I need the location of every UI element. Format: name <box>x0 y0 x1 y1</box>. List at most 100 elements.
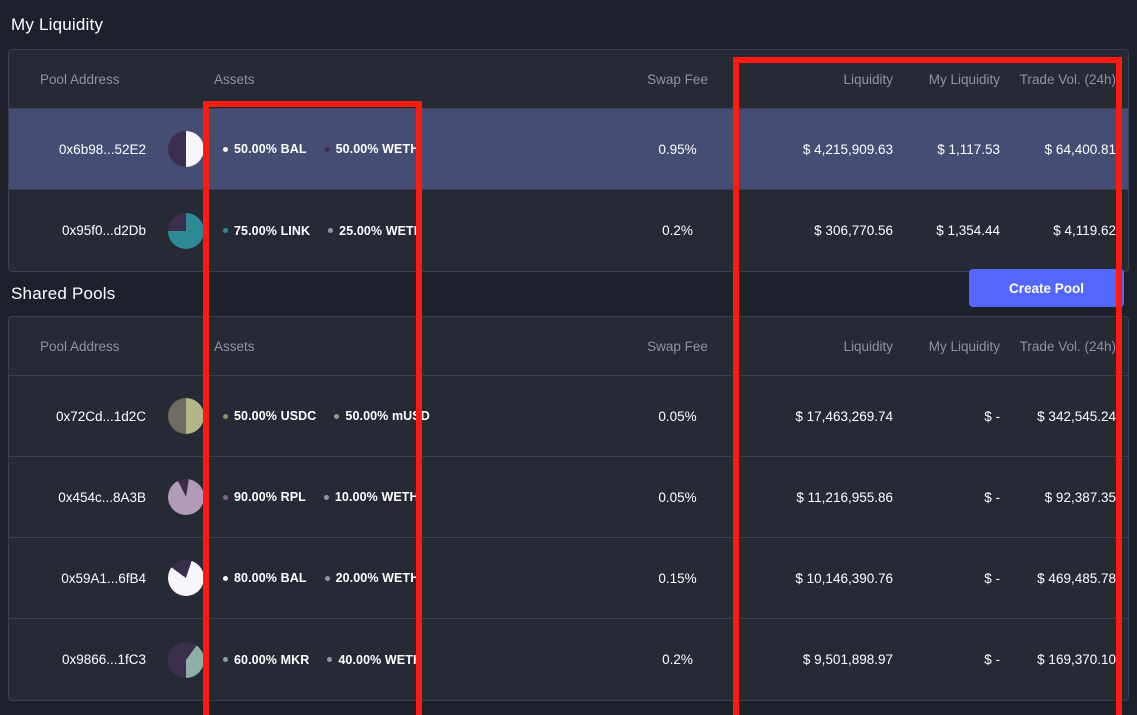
table-header-row: Pool Address Assets Swap Fee Liquidity M… <box>9 317 1128 376</box>
shared-pools-rows: 0x72Cd...1d2C 50.00% USDC 50.00% mUSD 0.05%… <box>9 376 1128 700</box>
asset-weight-pie-icon <box>168 131 204 167</box>
asset-list: 75.00% LINK 25.00% WETH <box>223 224 600 238</box>
table-row[interactable]: 0x454c...8A3B90.00% RPL10.00% WETH0.05%$… <box>9 457 1128 538</box>
pool-pie-cell <box>157 213 214 249</box>
asset-item: 75.00% LINK <box>223 224 310 238</box>
pool-pie-cell <box>157 560 214 596</box>
column-header-swap-fee: Swap Fee <box>600 72 755 87</box>
my-liquidity-cell: $ - <box>903 490 1010 505</box>
asset-color-dot-icon <box>223 414 228 419</box>
pool-address-cell: 0x454c...8A3B <box>9 490 157 505</box>
asset-weight-label: 50.00% WETH <box>336 142 420 156</box>
assets-cell: 50.00% BAL 50.00% WETH <box>214 142 600 156</box>
table-header-row: Pool Address Assets Swap Fee Liquidity M… <box>9 50 1128 109</box>
asset-color-dot-icon <box>334 414 339 419</box>
liquidity-cell: $ 4,215,909.63 <box>755 142 903 157</box>
asset-weight-pie-icon <box>168 479 204 515</box>
asset-color-dot-icon <box>324 495 329 500</box>
asset-list: 60.00% MKR 40.00% WETH <box>223 653 600 667</box>
asset-item: 80.00% BAL <box>223 571 307 585</box>
swap-fee-cell: 0.2% <box>600 652 755 667</box>
pool-pie-cell <box>157 398 214 434</box>
table-row[interactable]: 0x9866...1fC360.00% MKR40.00% WETH0.2%$ … <box>9 619 1128 700</box>
create-pool-button[interactable]: Create Pool <box>969 269 1124 307</box>
my-liquidity-cell: $ 1,117.53 <box>903 142 1010 157</box>
assets-cell: 75.00% LINK 25.00% WETH <box>214 224 600 238</box>
my-liquidity-cell: $ - <box>903 409 1010 424</box>
swap-fee-cell: 0.05% <box>600 490 755 505</box>
asset-item: 60.00% MKR <box>223 653 309 667</box>
pool-pie-cell <box>157 479 214 515</box>
asset-item: 50.00% BAL <box>223 142 307 156</box>
liquidity-cell: $ 10,146,390.76 <box>755 571 903 586</box>
liquidity-cell: $ 306,770.56 <box>755 223 903 238</box>
asset-color-dot-icon <box>328 228 333 233</box>
asset-weight-label: 50.00% USDC <box>234 409 316 423</box>
pool-pie-cell <box>157 642 214 678</box>
asset-color-dot-icon <box>223 576 228 581</box>
pool-pie-cell <box>157 131 214 167</box>
my-liquidity-cell: $ 1,354.44 <box>903 223 1010 238</box>
asset-item: 40.00% WETH <box>327 653 422 667</box>
trade-volume-cell: $ 469,485.78 <box>1010 571 1128 586</box>
trade-volume-cell: $ 92,387.35 <box>1010 490 1128 505</box>
column-header-liquidity: Liquidity <box>755 72 903 87</box>
asset-list: 50.00% USDC 50.00% mUSD <box>223 409 600 423</box>
asset-list: 80.00% BAL 20.00% WETH <box>223 571 600 585</box>
asset-item: 50.00% mUSD <box>334 409 429 423</box>
asset-color-dot-icon <box>327 657 332 662</box>
trade-volume-cell: $ 4,119.62 <box>1010 223 1128 238</box>
liquidity-cell: $ 17,463,269.74 <box>755 409 903 424</box>
column-header-trade-volume: Trade Vol. (24h) <box>1010 339 1128 354</box>
asset-weight-label: 10.00% WETH <box>335 490 419 504</box>
asset-color-dot-icon <box>325 147 330 152</box>
table-row[interactable]: 0x95f0...d2Db75.00% LINK25.00% WETH0.2%$… <box>9 190 1128 271</box>
asset-item: 20.00% WETH <box>325 571 420 585</box>
asset-color-dot-icon <box>223 228 228 233</box>
asset-color-dot-icon <box>223 657 228 662</box>
assets-cell: 60.00% MKR 40.00% WETH <box>214 653 600 667</box>
asset-weight-label: 40.00% WETH <box>338 653 422 667</box>
table-row[interactable]: 0x72Cd...1d2C 50.00% USDC 50.00% mUSD 0.05%… <box>9 376 1128 457</box>
swap-fee-cell: 0.2% <box>600 223 755 238</box>
asset-color-dot-icon <box>223 147 228 152</box>
assets-cell: 80.00% BAL 20.00% WETH <box>214 571 600 585</box>
table-row[interactable]: 0x59A1...6fB480.00% BAL20.00% WETH0.15%$… <box>9 538 1128 619</box>
shared-pools-title: Shared Pools <box>8 272 1129 316</box>
column-header-pool-address: Pool Address <box>9 339 157 354</box>
my-liquidity-rows: 0x6b98...52E250.00% BAL50.00% WETH0.95%$… <box>9 109 1128 271</box>
asset-list: 90.00% RPL 10.00% WETH <box>223 490 600 504</box>
trade-volume-cell: $ 342,545.24 <box>1010 409 1128 424</box>
my-liquidity-cell: $ - <box>903 652 1010 667</box>
asset-list: 50.00% BAL 50.00% WETH <box>223 142 600 156</box>
asset-weight-pie-icon <box>168 560 204 596</box>
pool-address-cell: 0x59A1...6fB4 <box>9 571 157 586</box>
pool-address-cell: 0x72Cd...1d2C <box>9 409 157 424</box>
column-header-assets: Assets <box>214 72 600 87</box>
pool-address-cell: 0x95f0...d2Db <box>9 223 157 238</box>
swap-fee-cell: 0.05% <box>600 409 755 424</box>
trade-volume-cell: $ 169,370.10 <box>1010 652 1128 667</box>
my-liquidity-table: Pool Address Assets Swap Fee Liquidity M… <box>8 49 1129 272</box>
asset-item: 50.00% WETH <box>325 142 420 156</box>
pool-address-cell: 0x6b98...52E2 <box>9 142 157 157</box>
asset-weight-label: 20.00% WETH <box>336 571 420 585</box>
asset-weight-label: 50.00% mUSD <box>345 409 429 423</box>
asset-weight-pie-icon <box>168 398 204 434</box>
column-header-my-liquidity: My Liquidity <box>903 339 1010 354</box>
swap-fee-cell: 0.95% <box>600 142 755 157</box>
column-header-assets: Assets <box>214 339 600 354</box>
swap-fee-cell: 0.15% <box>600 571 755 586</box>
column-header-swap-fee: Swap Fee <box>600 339 755 354</box>
table-row[interactable]: 0x6b98...52E250.00% BAL50.00% WETH0.95%$… <box>9 109 1128 190</box>
asset-item: 25.00% WETH <box>328 224 423 238</box>
asset-weight-label: 25.00% WETH <box>339 224 423 238</box>
asset-item: 90.00% RPL <box>223 490 306 504</box>
liquidity-cell: $ 11,216,955.86 <box>755 490 903 505</box>
assets-cell: 50.00% USDC 50.00% mUSD <box>214 409 600 423</box>
column-header-liquidity: Liquidity <box>755 339 903 354</box>
column-header-trade-volume: Trade Vol. (24h) <box>1010 72 1128 87</box>
asset-weight-pie-icon <box>168 213 204 249</box>
asset-weight-label: 75.00% LINK <box>234 224 310 238</box>
liquidity-cell: $ 9,501,898.97 <box>755 652 903 667</box>
